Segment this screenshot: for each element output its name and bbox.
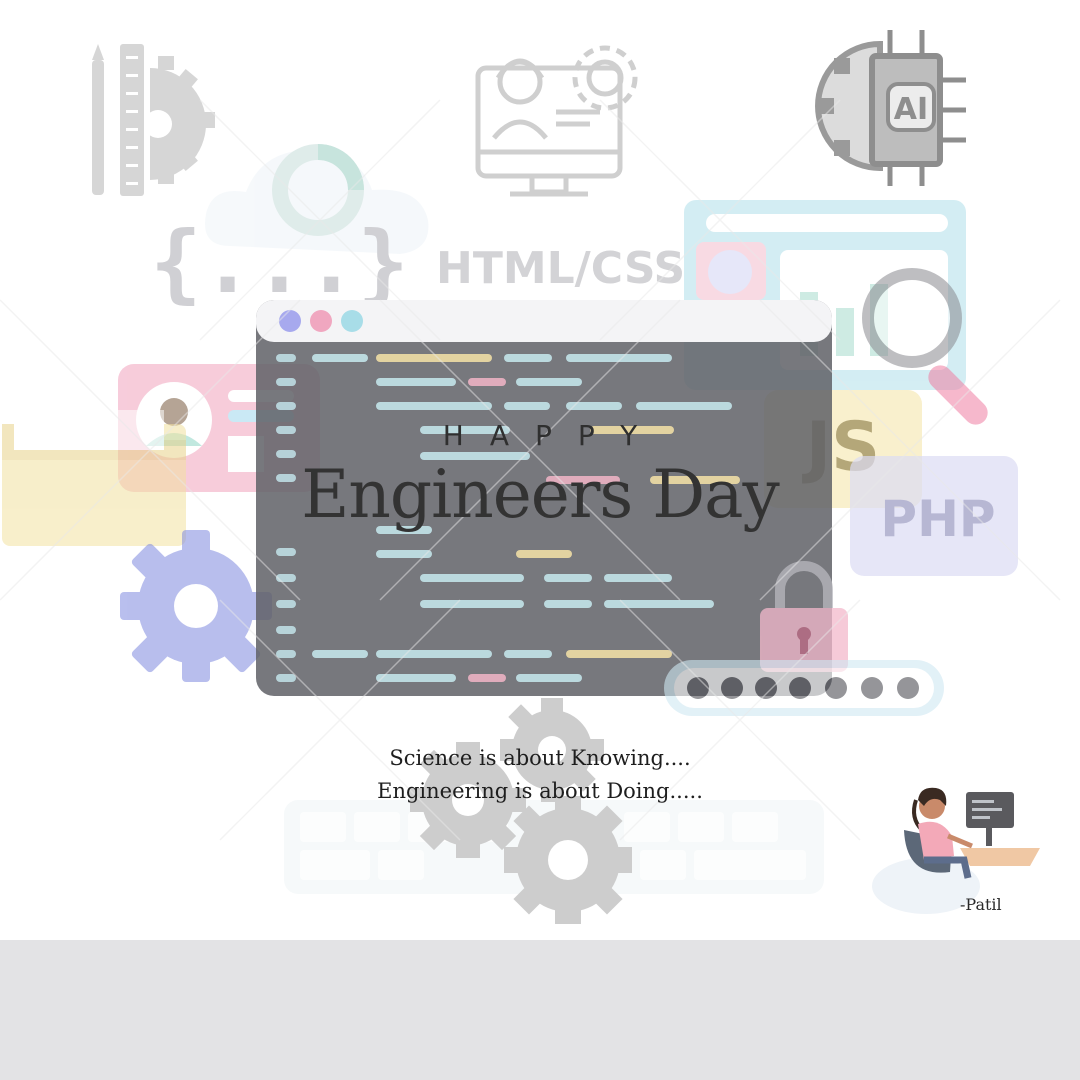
poster-title: Engineers Day (301, 456, 780, 533)
quote: Science is about Knowing.... Engineering… (0, 742, 1080, 808)
ai-chip-gear-icon: AI (815, 30, 966, 186)
bottom-band (0, 940, 1080, 1080)
signature: -Patil (960, 895, 1002, 914)
greeting-label: HAPPY (442, 419, 664, 452)
html-css-label: HTML/CSS (436, 243, 685, 294)
quote-line-1: Science is about Knowing.... (389, 746, 691, 770)
engineer-monitor-gear-icon (475, 45, 638, 197)
password-dots-icon (664, 660, 944, 716)
gear-icon (120, 530, 272, 682)
engineers-day-poster: AI {...} HTML/CSS JS PHP HAPPY Engineers… (0, 0, 1080, 1080)
quote-line-2: Engineering is about Doing..... (377, 779, 703, 803)
code-braces-label: {...} (150, 213, 409, 313)
ai-label: AI (894, 92, 928, 127)
pencil-ruler-gear-icon (92, 44, 215, 196)
background-illustration: AI {...} HTML/CSS JS PHP (0, 30, 1061, 924)
